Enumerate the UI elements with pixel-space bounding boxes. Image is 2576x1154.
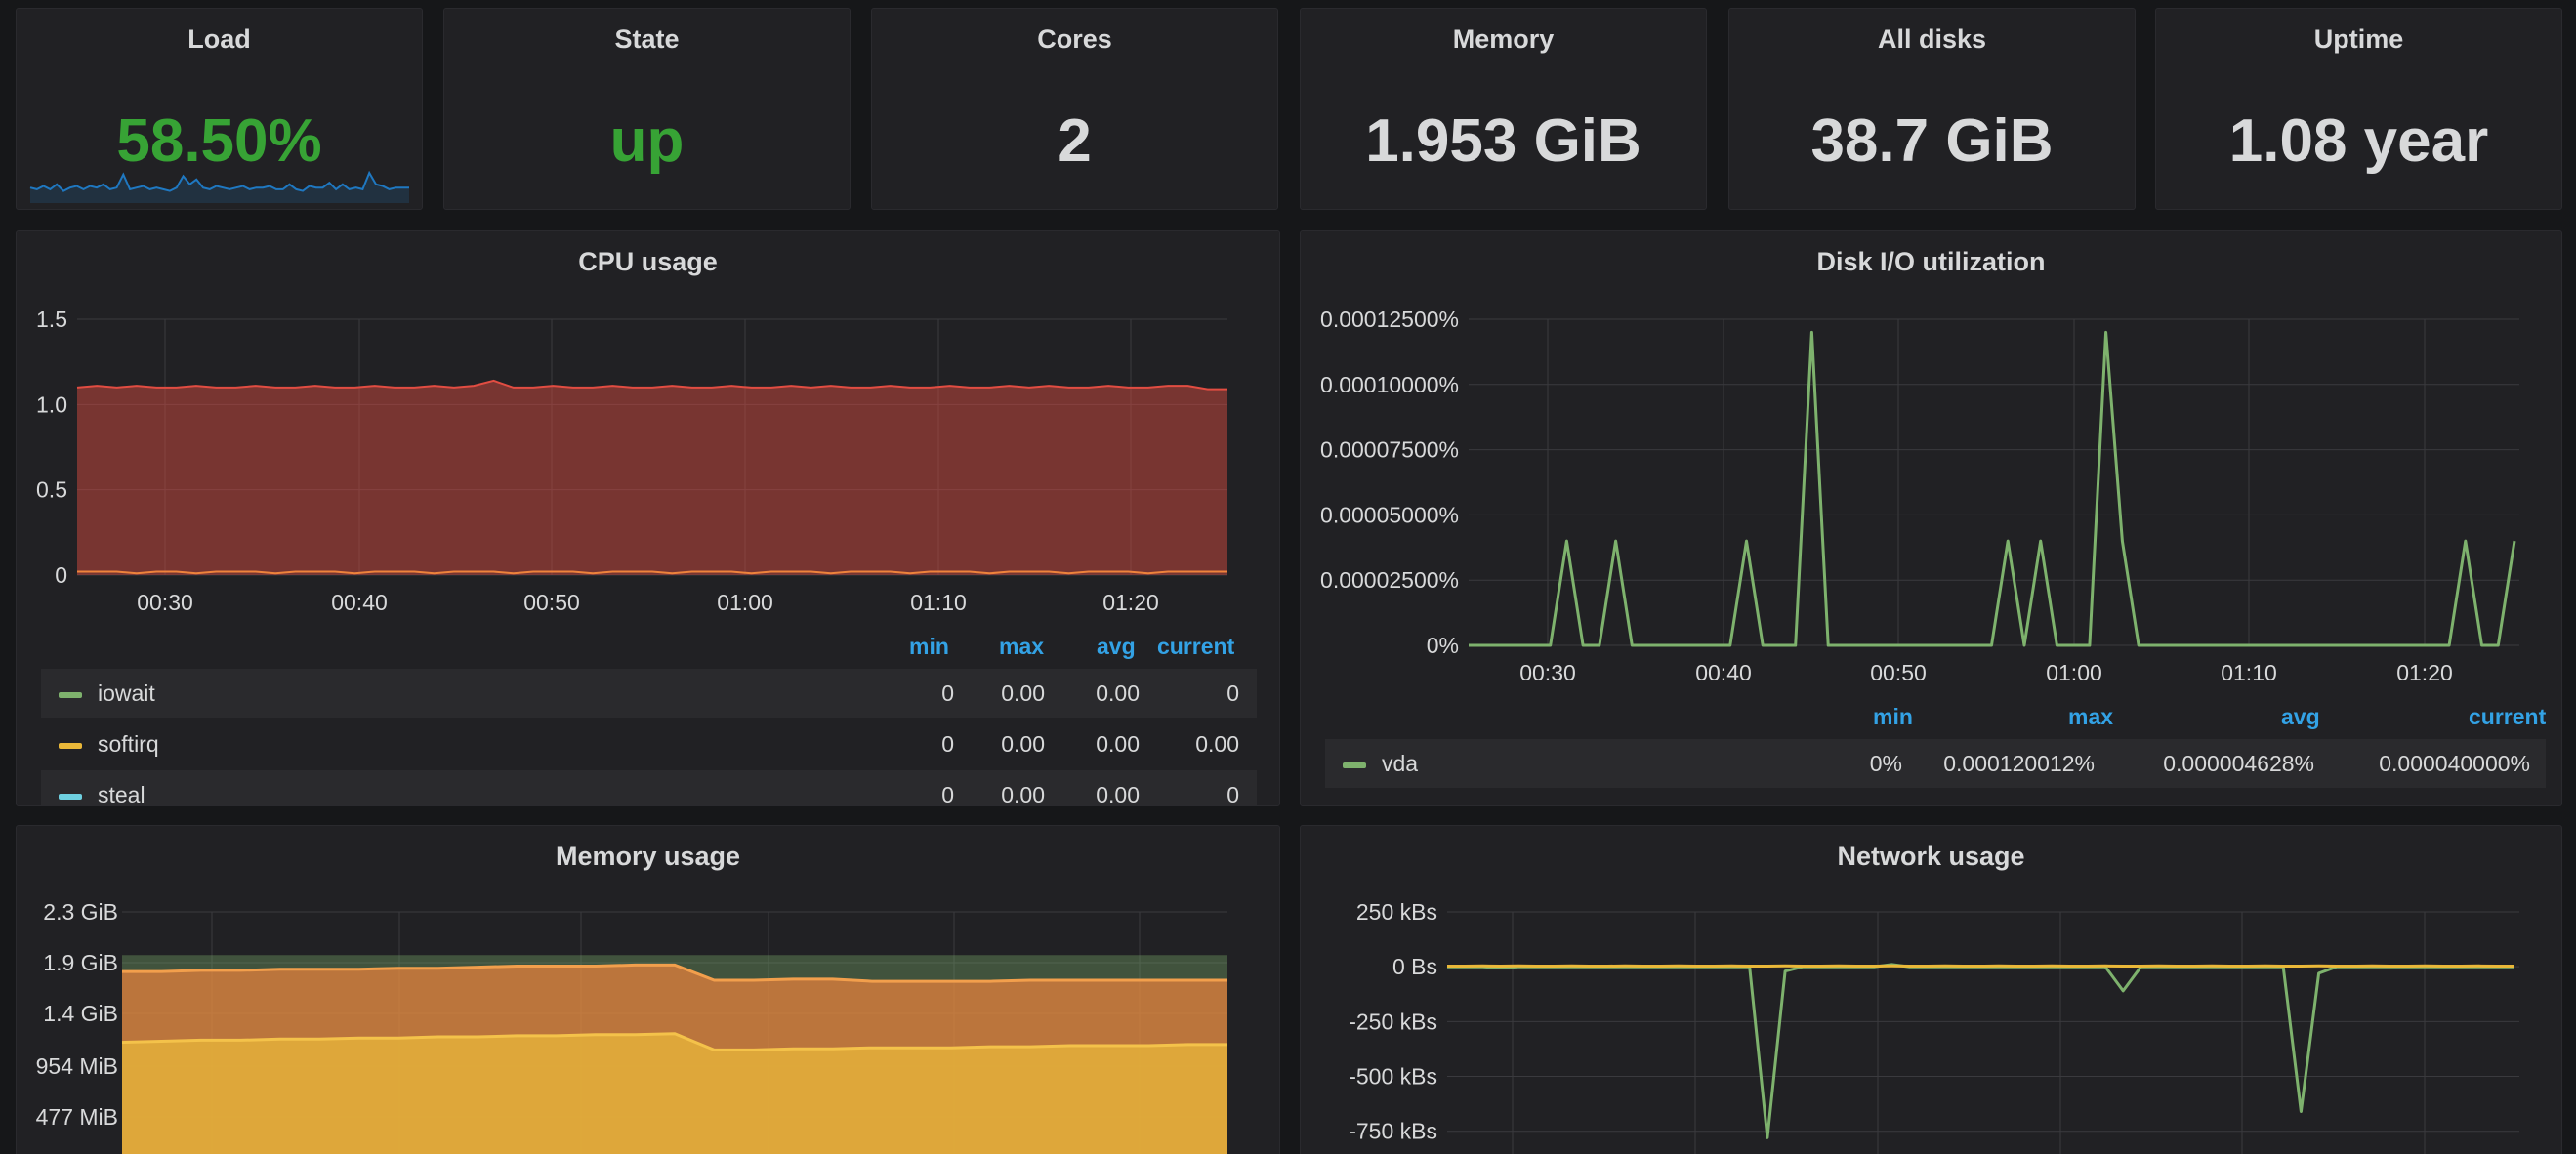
cpu-panel[interactable]: CPU usage 1.5 1.0 0.5 0 00:30 00:40 00:50 01:00… [16, 230, 1280, 806]
state-value: up [609, 107, 685, 175]
disk-x-tick: 00:40 [1695, 660, 1752, 685]
memory-chart: 2.3 GiB 1.9 GiB 1.4 GiB 954 MiB 477 MiB [36, 899, 1227, 1154]
disk-y-tick: 0.00012500% [1320, 307, 1459, 332]
uptime-title: Uptime [2313, 24, 2404, 54]
legend-min: 0 [941, 680, 954, 706]
disk-panel[interactable]: Disk I/O utilization 0.00012500% 0.000100… [1300, 230, 2562, 806]
legend-current: 0 [1226, 782, 1239, 806]
legend-current: 0.000040000% [2379, 751, 2530, 776]
network-y-tick: -500 kBs [1349, 1064, 1437, 1090]
cpu-y-tick: 0 [55, 562, 67, 588]
memory-y-tick: 2.3 GiB [43, 899, 118, 925]
disk-y-tick: 0.00007500% [1320, 437, 1459, 463]
disk-y-tick: 0.00002500% [1320, 567, 1459, 593]
uptime-value: 1.08 year [2228, 107, 2489, 175]
network-chart: 250 kBs 0 Bs -250 kBs -500 kBs -750 kBs [1349, 899, 2519, 1154]
legend-max: 0.00 [1001, 731, 1045, 757]
disk-legend-row[interactable]: vda 0% 0.000120012% 0.000004628% 0.000040000… [1325, 739, 2546, 788]
load-panel[interactable]: Load 58.50% [16, 8, 423, 210]
cpu-x-tick: 00:40 [331, 590, 388, 615]
cpu-y-tick: 1.5 [36, 307, 67, 332]
disks-title: All disks [1877, 24, 1987, 54]
legend-min: 0 [941, 731, 954, 757]
disk-legend-current[interactable]: current [2469, 704, 2546, 730]
load-sparkline [29, 170, 409, 203]
disk-y-tick: 0.00005000% [1320, 502, 1459, 527]
cpu-x-tick: 01:10 [910, 590, 967, 615]
legend-max: 0.00 [1001, 782, 1045, 806]
disk-x-tick: 01:20 [2396, 660, 2453, 685]
network-y-tick: -250 kBs [1349, 1009, 1437, 1034]
memory-apps-area [122, 1033, 1227, 1154]
legend-series-name: vda [1382, 751, 1419, 776]
disk-legend-avg[interactable]: avg [2281, 704, 2320, 730]
legend-max: 0.00 [1001, 680, 1045, 706]
disk-legend-min[interactable]: min [1873, 704, 1913, 730]
memory-stat-panel[interactable]: Memory 1.953 GiB [1300, 8, 1707, 210]
legend-min: 0 [941, 782, 954, 806]
legend-series-name: steal [98, 782, 145, 806]
cpu-legend-avg[interactable]: avg [1097, 634, 1136, 660]
cpu-legend-min[interactable]: min [909, 634, 949, 660]
network-y-tick: 250 kBs [1356, 899, 1437, 925]
legend-min: 0% [1869, 751, 1902, 776]
cpu-legend-row[interactable]: softirq 0 0.00 0.00 0.00 [41, 720, 1257, 768]
disk-y-tick: 0.00010000% [1320, 372, 1459, 397]
cpu-x-tick: 01:00 [717, 590, 773, 615]
uptime-panel[interactable]: Uptime 1.08 year [2155, 8, 2562, 210]
disks-value: 38.7 GiB [1810, 107, 2054, 175]
legend-current: 0 [1226, 680, 1239, 706]
cpu-legend-row[interactable]: iowait 0 0.00 0.00 0 [41, 669, 1257, 718]
legend-swatch [59, 794, 82, 800]
disks-panel[interactable]: All disks 38.7 GiB [1728, 8, 2136, 210]
memory-y-tick: 1.9 GiB [43, 950, 118, 975]
cpu-x-tick: 00:50 [523, 590, 580, 615]
network-panel[interactable]: Network usage 250 kBs 0 Bs -250 kBs -500 kB… [1300, 825, 2562, 1154]
disk-x-tick: 01:10 [2221, 660, 2277, 685]
network-transmit-line [1447, 963, 2514, 1139]
state-panel[interactable]: State up [443, 8, 851, 210]
legend-swatch [1343, 762, 1366, 768]
disk-legend-max[interactable]: max [2068, 704, 2113, 730]
legend-max: 0.000120012% [1943, 751, 2095, 776]
disk-vda-line [1469, 330, 2516, 647]
memory-value: 1.953 GiB [1365, 107, 1641, 175]
cpu-legend-current[interactable]: current [1157, 634, 1234, 660]
cores-title: Cores [1037, 24, 1112, 54]
cpu-system-area [77, 380, 1227, 575]
cores-value: 2 [1058, 107, 1092, 175]
legend-series-name: iowait [98, 680, 155, 706]
cpu-chart: 1.5 1.0 0.5 0 00:30 00:40 00:50 01:00 01:10 01:20 [36, 307, 1227, 615]
legend-series-name: softirq [98, 731, 159, 757]
disk-x-tick: 00:50 [1870, 660, 1927, 685]
network-y-tick: -750 kBs [1349, 1119, 1437, 1144]
cpu-x-tick: 00:30 [137, 590, 193, 615]
cpu-y-tick: 0.5 [36, 477, 67, 503]
cpu-y-tick: 1.0 [36, 392, 67, 417]
cpu-x-tick: 01:20 [1102, 590, 1159, 615]
legend-current: 0.00 [1195, 731, 1239, 757]
memory-y-tick: 477 MiB [36, 1104, 118, 1130]
memory-y-tick: 954 MiB [36, 1053, 118, 1079]
memory-title: Memory [1452, 24, 1555, 54]
legend-swatch [59, 743, 82, 749]
cpu-legend-row[interactable]: steal 0 0.00 0.00 0 [41, 770, 1257, 806]
network-y-tick: 0 Bs [1392, 954, 1437, 979]
disk-x-tick: 01:00 [2046, 660, 2102, 685]
legend-avg: 0.000004628% [2163, 751, 2314, 776]
legend-avg: 0.00 [1096, 782, 1140, 806]
legend-avg: 0.00 [1096, 680, 1140, 706]
disk-chart: 0.00012500% 0.00010000% 0.00007500% 0.00005… [1320, 307, 2519, 685]
state-title: State [614, 24, 680, 54]
memory-y-tick: 1.4 GiB [43, 1001, 118, 1026]
cpu-legend-max[interactable]: max [999, 634, 1044, 660]
disk-y-tick: 0% [1427, 633, 1459, 658]
cores-panel[interactable]: Cores 2 [871, 8, 1278, 210]
legend-swatch [59, 692, 82, 698]
memory-usage-panel[interactable]: Memory usage 2.3 GiB 1.9 GiB 1.4 GiB 954 Mi… [16, 825, 1280, 1154]
disk-x-tick: 00:30 [1519, 660, 1576, 685]
legend-avg: 0.00 [1096, 731, 1140, 757]
